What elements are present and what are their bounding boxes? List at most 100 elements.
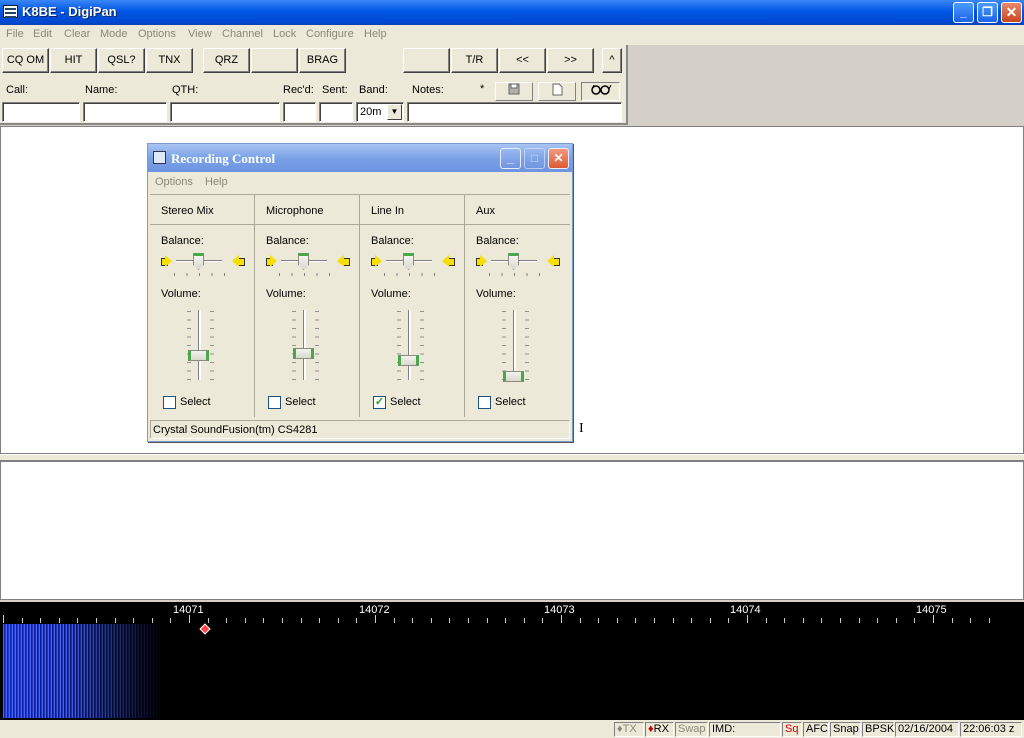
ruler-tick <box>487 618 488 623</box>
ruler-tick <box>282 618 283 623</box>
qso-toolbar: CQ OM HIT QSL? TNX QRZ BRAG T/R << >> ^ … <box>0 45 628 125</box>
menu-options[interactable]: Options <box>138 28 176 40</box>
swap-indicator[interactable]: Swap <box>675 722 708 737</box>
ruler-tick <box>524 618 525 623</box>
channel-name: Microphone <box>266 205 324 217</box>
balance-label: Balance: <box>476 235 519 247</box>
rc-menu-help[interactable]: Help <box>205 176 228 188</box>
balance-ticks <box>174 273 226 276</box>
save-icon[interactable] <box>495 82 533 101</box>
mixer-channels: Stereo Mix Balance: Volume: Select Microphon… <box>150 194 570 417</box>
page-icon[interactable] <box>538 82 576 101</box>
status-bar: ♦TX ♦RX Swap IMD: Sq AFC Snap BPSK 02/16… <box>0 720 1024 738</box>
volume-slider[interactable] <box>188 350 209 361</box>
balance-slider[interactable] <box>298 253 309 270</box>
band-select[interactable]: 20m ▼ <box>356 102 404 122</box>
select-checkbox[interactable] <box>163 396 176 409</box>
qrz-button[interactable]: QRZ <box>203 48 250 73</box>
restore-button[interactable]: ❐ <box>977 2 998 23</box>
chevron-down-icon[interactable]: ▼ <box>387 104 402 120</box>
balance-label: Balance: <box>371 235 414 247</box>
qth-field[interactable] <box>170 102 280 122</box>
ruler-tick <box>301 618 302 623</box>
brag-button[interactable]: BRAG <box>299 48 346 73</box>
select-checkbox[interactable]: ✓ <box>373 396 386 409</box>
sent-field[interactable] <box>319 102 353 122</box>
date-readout: 02/16/2004 <box>895 722 959 737</box>
pane-splitter[interactable] <box>0 454 1024 461</box>
rc-menu-options[interactable]: Options <box>155 176 193 188</box>
call-field[interactable] <box>2 102 80 122</box>
ruler-tick <box>263 618 264 623</box>
balance-slider[interactable] <box>508 253 519 270</box>
ruler-tick <box>970 618 971 623</box>
next-macros-button[interactable]: >> <box>547 48 594 73</box>
text-cursor-icon: I <box>579 421 584 436</box>
ruler-tick <box>914 618 915 623</box>
qsl-button[interactable]: QSL? <box>98 48 145 73</box>
volume-slider[interactable] <box>293 348 314 359</box>
menu-clear[interactable]: Clear <box>64 28 90 40</box>
hit-button[interactable]: HIT <box>50 48 97 73</box>
tnx-button[interactable]: TNX <box>146 48 193 73</box>
squelch-indicator[interactable]: Sq <box>782 722 802 737</box>
prev-macros-button[interactable]: << <box>499 48 546 73</box>
ruler-tick <box>542 618 543 623</box>
rc-close-button[interactable]: ✕ <box>548 148 569 169</box>
collapse-toolbar-button[interactable]: ^ <box>602 48 622 73</box>
digipan-app-icon[interactable] <box>3 5 18 18</box>
ruler-tick <box>189 615 190 623</box>
recording-control-window: Recording Control _ □ ✕ Options Help Ste… <box>147 143 573 442</box>
name-label: Name: <box>85 84 118 96</box>
rx-indicator[interactable]: ♦RX <box>645 722 674 737</box>
speaker-left-icon <box>371 254 383 268</box>
ruler-tick <box>96 618 97 623</box>
cq-om-button[interactable]: CQ OM <box>2 48 49 73</box>
afc-indicator[interactable]: AFC <box>803 722 829 737</box>
mode-indicator[interactable]: BPSK <box>862 722 894 737</box>
volume-ticks <box>187 311 191 381</box>
menu-configure[interactable]: Configure <box>306 28 354 40</box>
glasses-icon[interactable] <box>581 82 620 101</box>
balance-slider[interactable] <box>403 253 414 270</box>
minimize-button[interactable]: _ <box>953 2 974 23</box>
waterfall-display[interactable]: 14071 14072 14073 14074 14075 <box>0 602 1024 720</box>
rc-minimize-button[interactable]: _ <box>500 148 521 169</box>
name-field[interactable] <box>83 102 167 122</box>
recording-control-title: Recording Control <box>171 151 276 166</box>
select-checkbox[interactable] <box>268 396 281 409</box>
speaker-right-icon <box>442 254 455 268</box>
ruler-tick <box>375 615 376 623</box>
app-titlebar[interactable]: K8BE - DigiPan _ ❐ ✕ <box>0 0 1024 25</box>
rc-maximize-button[interactable]: □ <box>524 148 545 169</box>
menu-view[interactable]: View <box>188 28 212 40</box>
menu-help[interactable]: Help <box>364 28 387 40</box>
transmit-text-pane[interactable] <box>0 461 1024 600</box>
select-label: Select <box>390 396 421 408</box>
volume-slider[interactable] <box>503 371 524 382</box>
divider <box>150 224 255 225</box>
recording-control-titlebar[interactable]: Recording Control _ □ ✕ <box>148 144 572 172</box>
recd-field[interactable] <box>283 102 316 122</box>
channel-column: Stereo Mix Balance: Volume: Select <box>150 195 255 417</box>
select-checkbox[interactable] <box>478 396 491 409</box>
volume-slider[interactable] <box>398 355 419 366</box>
select-label: Select <box>180 396 211 408</box>
ruler-tick <box>226 618 227 623</box>
channel-name: Aux <box>476 205 495 217</box>
frequency-cursor[interactable] <box>199 623 211 635</box>
menu-lock[interactable]: Lock <box>273 28 296 40</box>
notes-field[interactable] <box>407 102 622 122</box>
tr-button[interactable]: T/R <box>451 48 498 73</box>
balance-slider[interactable] <box>193 253 204 270</box>
close-button[interactable]: ✕ <box>1001 2 1022 23</box>
menu-file[interactable]: File <box>6 28 24 40</box>
snap-indicator[interactable]: Snap <box>830 722 861 737</box>
blank-macro-button-1[interactable] <box>251 48 298 73</box>
menu-mode[interactable]: Mode <box>100 28 128 40</box>
menu-channel[interactable]: Channel <box>222 28 263 40</box>
tx-indicator[interactable]: ♦TX <box>614 722 644 737</box>
menu-edit[interactable]: Edit <box>33 28 52 40</box>
ruler-tick <box>394 618 395 623</box>
blank-macro-button-2[interactable] <box>403 48 450 73</box>
